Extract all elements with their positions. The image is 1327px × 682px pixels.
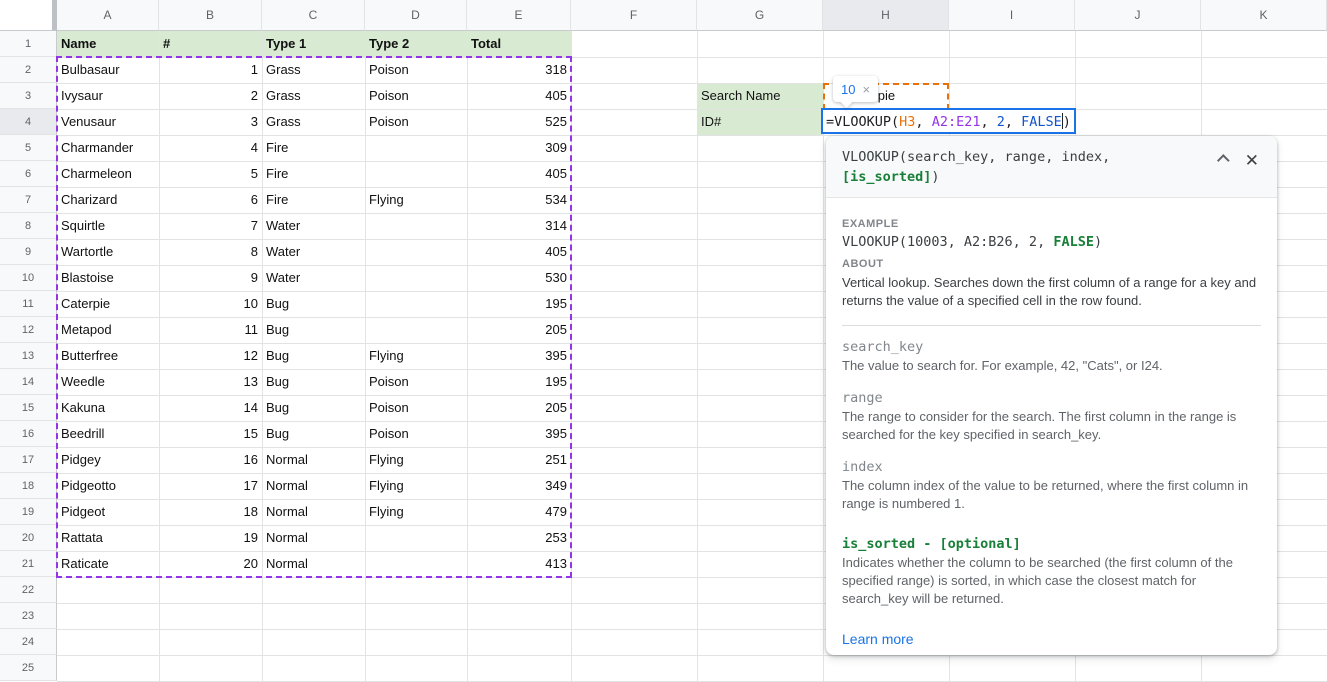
row-header-7[interactable]: 7	[0, 187, 57, 213]
column-header-H[interactable]: H	[823, 0, 949, 31]
gridline	[57, 655, 1327, 656]
example-code: VLOOKUP(10003, A2:B26, 2, FALSE)	[842, 234, 1261, 250]
row-header-19[interactable]: 19	[0, 499, 57, 525]
popup-body: EXAMPLE VLOOKUP(10003, A2:B26, 2, FALSE)…	[826, 198, 1277, 649]
column-header-F[interactable]: F	[571, 0, 697, 31]
cell-E1[interactable]: Total	[467, 31, 571, 57]
row-header-22[interactable]: 22	[0, 577, 57, 603]
cell-A1[interactable]: Name	[57, 31, 159, 57]
parameter-range: range The range to consider for the searc…	[842, 390, 1261, 444]
cell-G3-search-name[interactable]: Search Name	[697, 83, 823, 109]
formula-token: 2	[997, 114, 1005, 130]
example-label: EXAMPLE	[842, 218, 1261, 230]
row-header-21[interactable]: 21	[0, 551, 57, 577]
divider	[842, 325, 1261, 326]
row-header-1[interactable]: 1	[0, 31, 57, 57]
parameter-description: Indicates whether the column to be searc…	[842, 554, 1260, 608]
select-all-corner[interactable]	[0, 0, 57, 31]
chip-close-icon[interactable]: ×	[862, 82, 870, 97]
parameter-name: search_key	[842, 339, 1261, 355]
formula-token: =VLOOKUP(	[826, 114, 899, 130]
code-token: VLOOKUP(search_key, range, index,	[842, 149, 1110, 165]
row-header-17[interactable]: 17	[0, 447, 57, 473]
parameter-list: search_key The value to search for. For e…	[842, 339, 1261, 608]
row-header-18[interactable]: 18	[0, 473, 57, 499]
formula-token: )	[1063, 114, 1071, 130]
row-header-24[interactable]: 24	[0, 629, 57, 655]
row-header-6[interactable]: 6	[0, 161, 57, 187]
function-help-popup: VLOOKUP(search_key, range, index, [is_sor…	[826, 136, 1277, 655]
formula-token: ,	[1005, 114, 1021, 130]
parameter-search_key: search_key The value to search for. For e…	[842, 339, 1261, 375]
row-header-15[interactable]: 15	[0, 395, 57, 421]
row-header-12[interactable]: 12	[0, 317, 57, 343]
parameter-description: The value to search for. For example, 42…	[842, 357, 1260, 375]
column-header-J[interactable]: J	[1075, 0, 1201, 31]
formula-result-preview-chip: 10 ×	[833, 76, 878, 102]
code-token: )	[1094, 234, 1102, 250]
column-header-C[interactable]: C	[262, 0, 365, 31]
formula-token: ,	[915, 114, 931, 130]
spreadsheet-app: ABCDEFGHIJK 1234567891011121314151617181…	[0, 0, 1327, 682]
cell-B1[interactable]: #	[159, 31, 262, 57]
cell-G4-id[interactable]: ID#	[697, 109, 823, 135]
cell-D1[interactable]: Type 2	[365, 31, 467, 57]
column-header-I[interactable]: I	[949, 0, 1075, 31]
row-header-13[interactable]: 13	[0, 343, 57, 369]
formula-token: A2:E21	[932, 114, 981, 130]
column-header-E[interactable]: E	[467, 0, 571, 31]
row-header-3[interactable]: 3	[0, 83, 57, 109]
parameter-is_sorted: is_sorted - [optional] Indicates whether …	[842, 536, 1261, 608]
code-token: [is_sorted]	[842, 169, 931, 185]
column-header-K[interactable]: K	[1201, 0, 1327, 31]
code-token: FALSE	[1053, 234, 1094, 250]
gridline	[697, 31, 698, 682]
row-header-23[interactable]: 23	[0, 603, 57, 629]
row-header-16[interactable]: 16	[0, 421, 57, 447]
row-header-8[interactable]: 8	[0, 213, 57, 239]
parameter-name: index	[842, 459, 1261, 475]
parameter-description: The column index of the value to be retu…	[842, 477, 1260, 513]
column-header-D[interactable]: D	[365, 0, 467, 31]
collapse-chevron-icon[interactable]	[1217, 154, 1230, 167]
parameter-description: The range to consider for the search. Th…	[842, 408, 1260, 444]
formula-range-border	[56, 56, 572, 578]
about-text: Vertical lookup. Searches down the first…	[842, 274, 1261, 310]
row-header-11[interactable]: 11	[0, 291, 57, 317]
row-header-25[interactable]: 25	[0, 655, 57, 681]
parameter-index: index The column index of the value to be…	[842, 459, 1261, 513]
code-token: VLOOKUP(10003, A2:B26, 2,	[842, 234, 1053, 250]
row-header-10[interactable]: 10	[0, 265, 57, 291]
cell-C1[interactable]: Type 1	[262, 31, 365, 57]
code-token: )	[931, 169, 939, 185]
column-header-A[interactable]: A	[57, 0, 159, 31]
row-header-9[interactable]: 9	[0, 239, 57, 265]
preview-value: 10	[841, 82, 855, 97]
function-signature: VLOOKUP(search_key, range, index, [is_sor…	[842, 147, 1207, 187]
learn-more-link[interactable]: Learn more	[842, 631, 914, 647]
parameter-name: range	[842, 390, 1261, 406]
row-header-2[interactable]: 2	[0, 57, 57, 83]
parameter-name: is_sorted - [optional]	[842, 536, 1261, 552]
formula-edit-cell[interactable]: =VLOOKUP(H3, A2:E21, 2, FALSE)	[821, 108, 1076, 134]
about-label: ABOUT	[842, 258, 1261, 270]
row-header-14[interactable]: 14	[0, 369, 57, 395]
row-header-4[interactable]: 4	[0, 109, 57, 135]
row-header-20[interactable]: 20	[0, 525, 57, 551]
column-header-B[interactable]: B	[159, 0, 262, 31]
popup-header: VLOOKUP(search_key, range, index, [is_sor…	[826, 136, 1277, 198]
formula-token: FALSE	[1021, 114, 1062, 130]
formula-token: H3	[899, 114, 915, 130]
close-icon[interactable]: ✕	[1245, 152, 1259, 169]
row-header-5[interactable]: 5	[0, 135, 57, 161]
formula-token: ,	[980, 114, 996, 130]
column-header-G[interactable]: G	[697, 0, 823, 31]
